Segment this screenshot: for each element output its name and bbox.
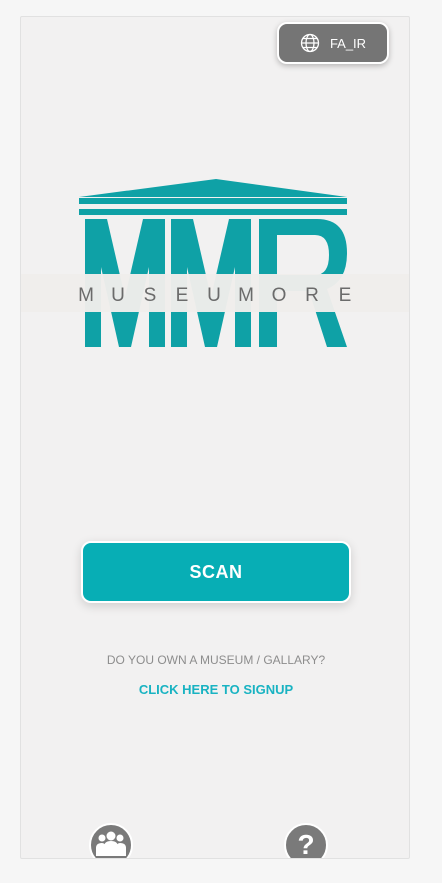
help-icon: ? [297,829,315,859]
logo-letter: S [144,285,157,306]
logo-letter: E [176,285,189,306]
logo-letter: M [78,285,94,306]
logo-letter: E [339,285,352,306]
logo-letter: M [238,285,254,306]
language-label: FA_IR [329,35,367,51]
own-museum-text: DO YOU OWN A MUSEUM / GALLARY? [106,653,326,667]
app-screen: FA_IR M U S E U M O R E SCAN DO YOU OWN … [20,16,410,859]
globe-icon [300,33,320,53]
logo-letter: U [207,285,221,306]
logo-letter: O [272,285,287,306]
logo-letter: U [111,285,125,306]
language-button[interactable]: FA_IR [277,22,389,64]
scan-button[interactable]: SCAN [81,541,351,603]
team-button[interactable] [89,823,133,859]
logo-letter: R [305,285,319,306]
team-icon [94,830,128,859]
signup-link[interactable]: CLICK HERE TO SIGNUP [21,682,409,697]
help-button[interactable]: ? [284,823,328,859]
museumore-logo: M U S E U M O R E [21,177,409,353]
